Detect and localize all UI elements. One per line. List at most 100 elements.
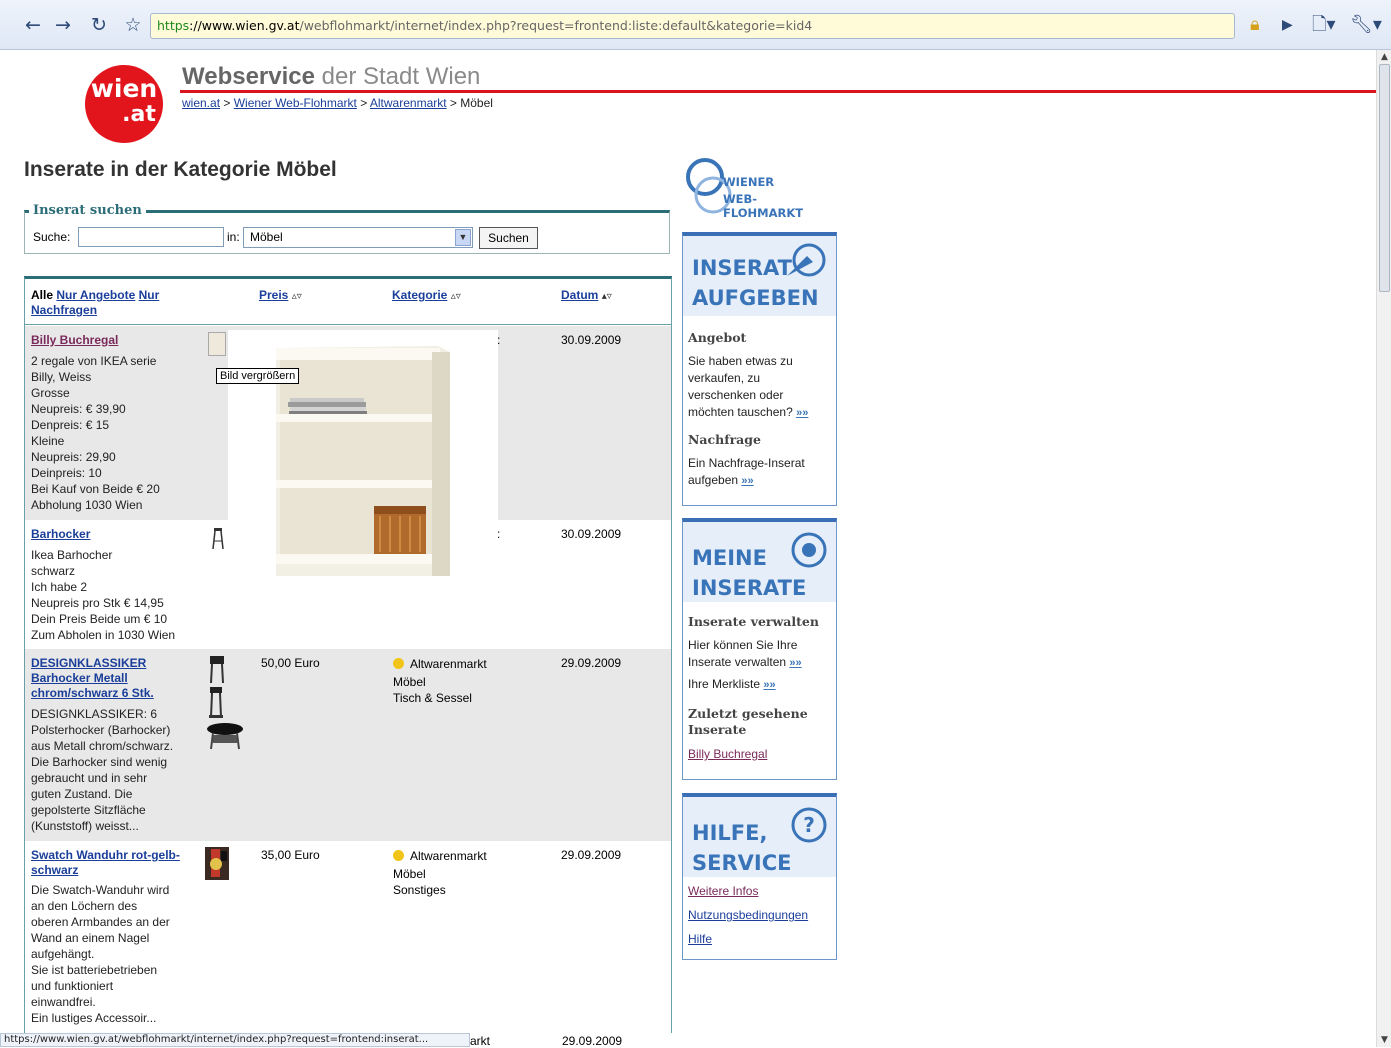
wien-at-logo[interactable]: wien .at: [85, 65, 163, 143]
image-preview-popup[interactable]: [228, 330, 498, 576]
watchlist-more-link[interactable]: »»: [763, 679, 775, 691]
sort-active-icon[interactable]: ▴▿: [602, 291, 612, 302]
bookshelf-preview-image: [228, 330, 498, 576]
breadcrumb-flohmarkt[interactable]: Wiener Web-Flohmarkt: [234, 96, 357, 110]
listing-price: 35,00 Euro: [261, 848, 320, 862]
address-bar[interactable]: https://www.wien.gv.at/webflohmarkt/inte…: [150, 13, 1235, 39]
filter-offers-link[interactable]: Nur Angebote: [56, 288, 135, 302]
market-dot-icon: [393, 850, 404, 861]
category-select-value: Möbel: [250, 230, 283, 244]
listing-thumbnail[interactable]: [208, 332, 226, 356]
listing-cat2: Tisch & Sessel: [393, 691, 472, 705]
site-title-rest: der Stadt Wien: [314, 63, 481, 90]
help-box: HILFE, SERVICE ? Weitere Infos Nutzungsb…: [682, 793, 837, 960]
breadcrumb-altwarenmarkt[interactable]: Altwarenmarkt: [370, 96, 447, 110]
price-column-header: Preis ▵▿: [259, 288, 302, 302]
scroll-down-icon[interactable]: ▼: [1377, 1033, 1391, 1047]
vertical-scrollbar[interactable]: ▲ ▼: [1376, 50, 1391, 1047]
sort-icon[interactable]: ▵▿: [292, 291, 302, 302]
watchlist-row: Ihre Merkliste »»: [683, 676, 836, 694]
sort-icon[interactable]: ▵▿: [451, 291, 461, 302]
flohmarkt-logo[interactable]: WIENER WEB-FLOHMARKT: [683, 155, 833, 223]
bookmark-star-icon[interactable]: ☆: [120, 12, 146, 38]
sort-price-link[interactable]: Preis: [259, 288, 288, 302]
forward-icon[interactable]: →: [50, 12, 76, 38]
post-ad-icon: [787, 243, 826, 277]
my-ads-box-header[interactable]: MEINE INSERATE: [683, 522, 836, 602]
svg-text:?: ?: [803, 813, 815, 837]
page-menu-icon[interactable]: 🗋▾: [1312, 12, 1336, 38]
listing-description: Ikea Barhocher schwarz Ich habe 2 Neupre…: [31, 548, 176, 642]
recent-ad-link[interactable]: Billy Buchregal: [688, 747, 767, 761]
listing-thumbnail[interactable]: [211, 526, 225, 550]
request-more-link[interactable]: »»: [741, 475, 753, 487]
back-icon[interactable]: ←: [20, 12, 46, 38]
listing-date: 30.09.2009: [561, 333, 622, 347]
manage-text-content: Hier können Sie Ihre Inserate verwalten: [688, 638, 798, 669]
listing-date: 29.09.2009: [561, 848, 622, 862]
partial-row-date: 29.09.2009: [562, 1034, 623, 1048]
url-path: /webflohmarkt/internet/index.php?request…: [299, 18, 813, 33]
post-ad-box-header[interactable]: INSERAT AUFGEBEN: [683, 236, 836, 316]
scrollbar-thumb[interactable]: [1379, 64, 1390, 292]
listing-description: DESIGNKLASSIKER: 6 Polsterhocker (Barhoc…: [31, 707, 174, 833]
breadcrumb-separator: >: [223, 96, 234, 110]
search-button[interactable]: Suchen: [479, 227, 538, 249]
sort-date-link[interactable]: Datum: [561, 288, 598, 302]
partial-row-market: arkt: [470, 1034, 491, 1048]
listing-market: Altwarenmarkt: [410, 849, 487, 863]
flohmarkt-logo-line1: WIENER: [723, 175, 775, 189]
help-link[interactable]: Hilfe: [688, 932, 712, 946]
category-select[interactable]: Möbel ▼: [243, 227, 473, 248]
chevron-down-icon[interactable]: ▼: [455, 229, 471, 246]
flohmarkt-logo-line2: WEB-FLOHMARKT: [723, 192, 804, 220]
filter-all: Alle: [31, 288, 54, 302]
search-box: Inserat suchen Suche: in: Möbel ▼ Suchen: [24, 203, 670, 254]
my-ads-title-line1: MEINE: [692, 546, 767, 570]
scroll-up-icon[interactable]: ▲: [1377, 50, 1391, 64]
listing-description: Die Swatch-Wanduhr wird an den Löchern d…: [31, 883, 170, 1025]
status-bar: https://www.wien.gv.at/webflohmarkt/inte…: [0, 1033, 470, 1047]
listing-description: 2 regale von IKEA serie Billy, Weiss Gro…: [31, 354, 160, 512]
listing-title-link[interactable]: Billy Buchregal: [31, 333, 196, 348]
listing-thumbnail[interactable]: [205, 847, 229, 880]
breadcrumb-wien-at[interactable]: wien.at: [182, 96, 220, 110]
site-title: Webservice der Stadt Wien: [182, 63, 480, 91]
lock-icon[interactable]: 🔒︎: [1250, 12, 1260, 38]
listing-title-link[interactable]: Barhocker: [31, 527, 196, 542]
request-heading: Nachfrage: [688, 432, 761, 447]
manage-more-link[interactable]: »»: [789, 657, 801, 669]
listing-category: Altwarenmarkt Möbel Tisch & Sessel: [393, 656, 487, 706]
post-ad-title-line2: AUFGEBEN: [692, 286, 819, 310]
reload-icon[interactable]: ↻: [86, 12, 112, 38]
listing-title-link[interactable]: Swatch Wanduhr rot-gelb-schwarz: [31, 848, 196, 878]
recent-list: Billy Buchregal: [683, 746, 836, 763]
help-box-header[interactable]: HILFE, SERVICE ?: [683, 797, 836, 877]
help-question-icon: ?: [791, 807, 827, 843]
filter-links: Alle Nur Angebote Nur Nachfragen: [31, 288, 181, 318]
watchlist-label: Ihre Merkliste: [688, 677, 761, 691]
recent-heading: Zuletzt gesehene Inserate: [688, 706, 808, 737]
manage-text: Hier können Sie Ihre Inserate verwalten …: [683, 637, 836, 672]
watch-thumbnail-icon: [205, 847, 229, 880]
listing-title-link[interactable]: DESIGNKLASSIKER Barhocker Metall chrom/s…: [31, 656, 196, 701]
offer-text-content: Sie haben etwas zu verkaufen, zu versche…: [688, 354, 793, 419]
terms-link[interactable]: Nutzungsbedingungen: [688, 908, 808, 922]
site-title-bold: Webservice: [182, 63, 315, 90]
more-info-link[interactable]: Weitere Infos: [688, 884, 758, 898]
table-row: Swatch Wanduhr rot-gelb-schwarz Die Swat…: [25, 841, 671, 1033]
play-icon[interactable]: ▶: [1282, 12, 1293, 38]
date-column-header: Datum ▴▿: [561, 288, 612, 302]
page-title: Inserate in der Kategorie Möbel: [24, 158, 337, 181]
offer-more-link[interactable]: »»: [796, 407, 808, 419]
listing-cat1: Möbel: [393, 867, 426, 881]
breadcrumb-separator: >: [360, 96, 370, 110]
listing-date: 29.09.2009: [561, 656, 622, 670]
my-ads-title-line2: INSERATE: [692, 576, 807, 600]
listing-thumbnail[interactable]: [205, 655, 245, 751]
table-row: DESIGNKLASSIKER Barhocker Metall chrom/s…: [25, 649, 671, 841]
search-input[interactable]: [78, 227, 224, 247]
sort-category-link[interactable]: Kategorie: [392, 288, 447, 302]
search-legend: Inserat suchen: [29, 203, 146, 218]
wrench-menu-icon[interactable]: 🔧︎▾: [1350, 12, 1382, 38]
